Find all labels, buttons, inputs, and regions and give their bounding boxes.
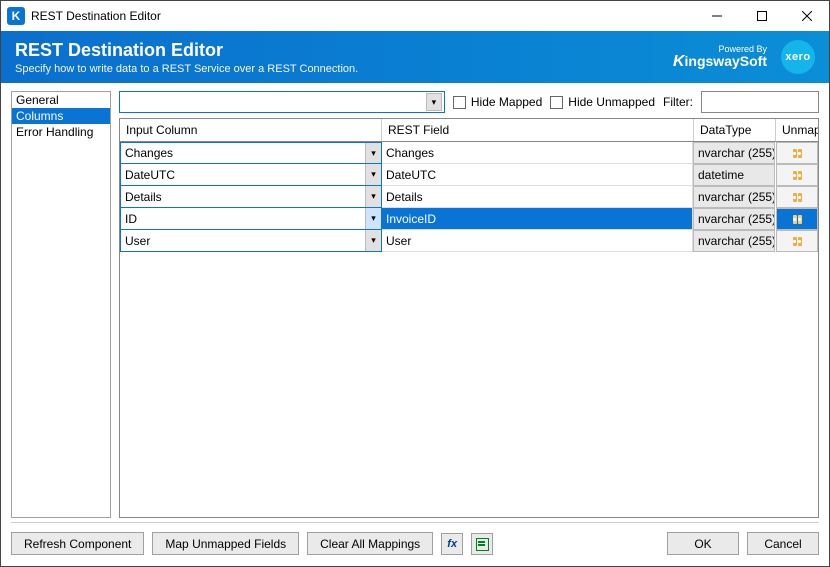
main-panel: ▾ Hide Mapped Hide Unmapped Filter: Inpu… [119,91,819,518]
titlebar: K REST Destination Editor [1,1,829,31]
maximize-icon [757,11,767,21]
properties-icon [476,538,488,550]
table-selector[interactable]: ▾ [119,91,445,113]
datatype-cell: nvarchar (255) [693,208,775,230]
table-row[interactable]: User▾Usernvarchar (255) [120,230,818,252]
rest-field-cell[interactable]: Changes [382,142,693,164]
datatype-cell: nvarchar (255) [693,186,775,208]
hide-mapped-checkbox[interactable]: Hide Mapped [453,95,542,109]
unmap-button[interactable] [776,208,818,230]
col-header-rest[interactable]: REST Field [382,119,694,141]
table-row[interactable]: Changes▾Changesnvarchar (255) [120,142,818,164]
unmap-icon [793,193,802,202]
window-title: REST Destination Editor [31,9,694,23]
app-icon: K [7,7,25,25]
col-header-datatype[interactable]: DataType [694,119,776,141]
table-row[interactable]: ID▾InvoiceIDnvarchar (255) [120,208,818,230]
grid-body: Changes▾Changesnvarchar (255)DateUTC▾Dat… [120,142,818,517]
datatype-cell: nvarchar (255) [693,230,775,252]
input-column-value: Changes [121,146,365,160]
grid-header: Input Column REST Field DataType Unmap [120,119,818,142]
toolbar: ▾ Hide Mapped Hide Unmapped Filter: [119,91,819,113]
checkbox-icon [550,96,563,109]
hide-mapped-label: Hide Mapped [471,95,542,109]
fx-icon: fx [447,538,457,550]
partner-logo: xero [781,40,815,74]
input-column-cell[interactable]: DateUTC▾ [120,164,382,186]
ok-button[interactable]: OK [667,532,739,555]
hide-unmapped-checkbox[interactable]: Hide Unmapped [550,95,655,109]
cancel-button[interactable]: Cancel [747,532,819,555]
sidebar-item-columns[interactable]: Columns [12,108,110,124]
table-row[interactable]: Details▾Detailsnvarchar (255) [120,186,818,208]
minimize-icon [712,11,722,21]
unmap-icon [793,149,802,158]
filter-label: Filter: [663,95,693,109]
input-column-cell[interactable]: User▾ [120,230,382,252]
input-column-cell[interactable]: Details▾ [120,186,382,208]
datatype-cell: datetime [693,164,775,186]
expression-button[interactable]: fx [441,533,463,555]
chevron-down-icon: ▾ [426,93,442,111]
chevron-down-icon: ▾ [365,164,381,185]
close-icon [802,11,812,21]
refresh-button[interactable]: Refresh Component [11,532,144,555]
unmap-button[interactable] [776,186,818,208]
input-column-cell[interactable]: Changes▾ [120,142,382,164]
sidebar-item-error-handling[interactable]: Error Handling [12,124,110,140]
chevron-down-icon: ▾ [365,230,381,251]
banner-logos: Powered By KingswaySoft xero [673,40,815,74]
unmap-icon [793,171,802,180]
input-column-value: Details [121,190,365,204]
chevron-down-icon: ▾ [365,186,381,207]
unmap-button[interactable] [776,230,818,252]
sidebar: General Columns Error Handling [11,91,111,518]
rest-field-cell[interactable]: InvoiceID [382,208,693,230]
sidebar-item-general[interactable]: General [12,92,110,108]
chevron-down-icon: ▾ [365,143,381,163]
checkbox-icon [453,96,466,109]
banner: REST Destination Editor Specify how to w… [1,31,829,83]
col-header-input[interactable]: Input Column [120,119,382,141]
unmap-button[interactable] [776,164,818,186]
input-column-cell[interactable]: ID▾ [120,208,382,230]
table-row[interactable]: DateUTC▾DateUTCdatetime [120,164,818,186]
unmap-button[interactable] [776,142,818,164]
rest-field-cell[interactable]: Details [382,186,693,208]
hide-unmapped-label: Hide Unmapped [568,95,655,109]
filter-input[interactable] [701,91,819,113]
input-column-value: User [121,234,365,248]
datatype-cell: nvarchar (255) [693,142,775,164]
mapping-grid: Input Column REST Field DataType Unmap C… [119,118,819,518]
close-button[interactable] [784,2,829,31]
map-unmapped-button[interactable]: Map Unmapped Fields [152,532,299,555]
rest-field-cell[interactable]: DateUTC [382,164,693,186]
vendor-logo: Powered By KingswaySoft [673,45,767,70]
input-column-value: ID [121,212,365,226]
properties-button[interactable] [471,533,493,555]
clear-all-button[interactable]: Clear All Mappings [307,532,433,555]
maximize-button[interactable] [739,2,784,31]
content: General Columns Error Handling ▾ Hide Ma… [1,83,829,522]
col-header-unmap[interactable]: Unmap [776,119,818,141]
unmap-icon [793,237,802,246]
unmap-icon [793,215,802,224]
chevron-down-icon: ▾ [365,208,381,229]
window-controls [694,2,829,31]
minimize-button[interactable] [694,2,739,31]
input-column-value: DateUTC [121,168,365,182]
dialog-buttons: Refresh Component Map Unmapped Fields Cl… [11,522,819,558]
rest-field-cell[interactable]: User [382,230,693,252]
